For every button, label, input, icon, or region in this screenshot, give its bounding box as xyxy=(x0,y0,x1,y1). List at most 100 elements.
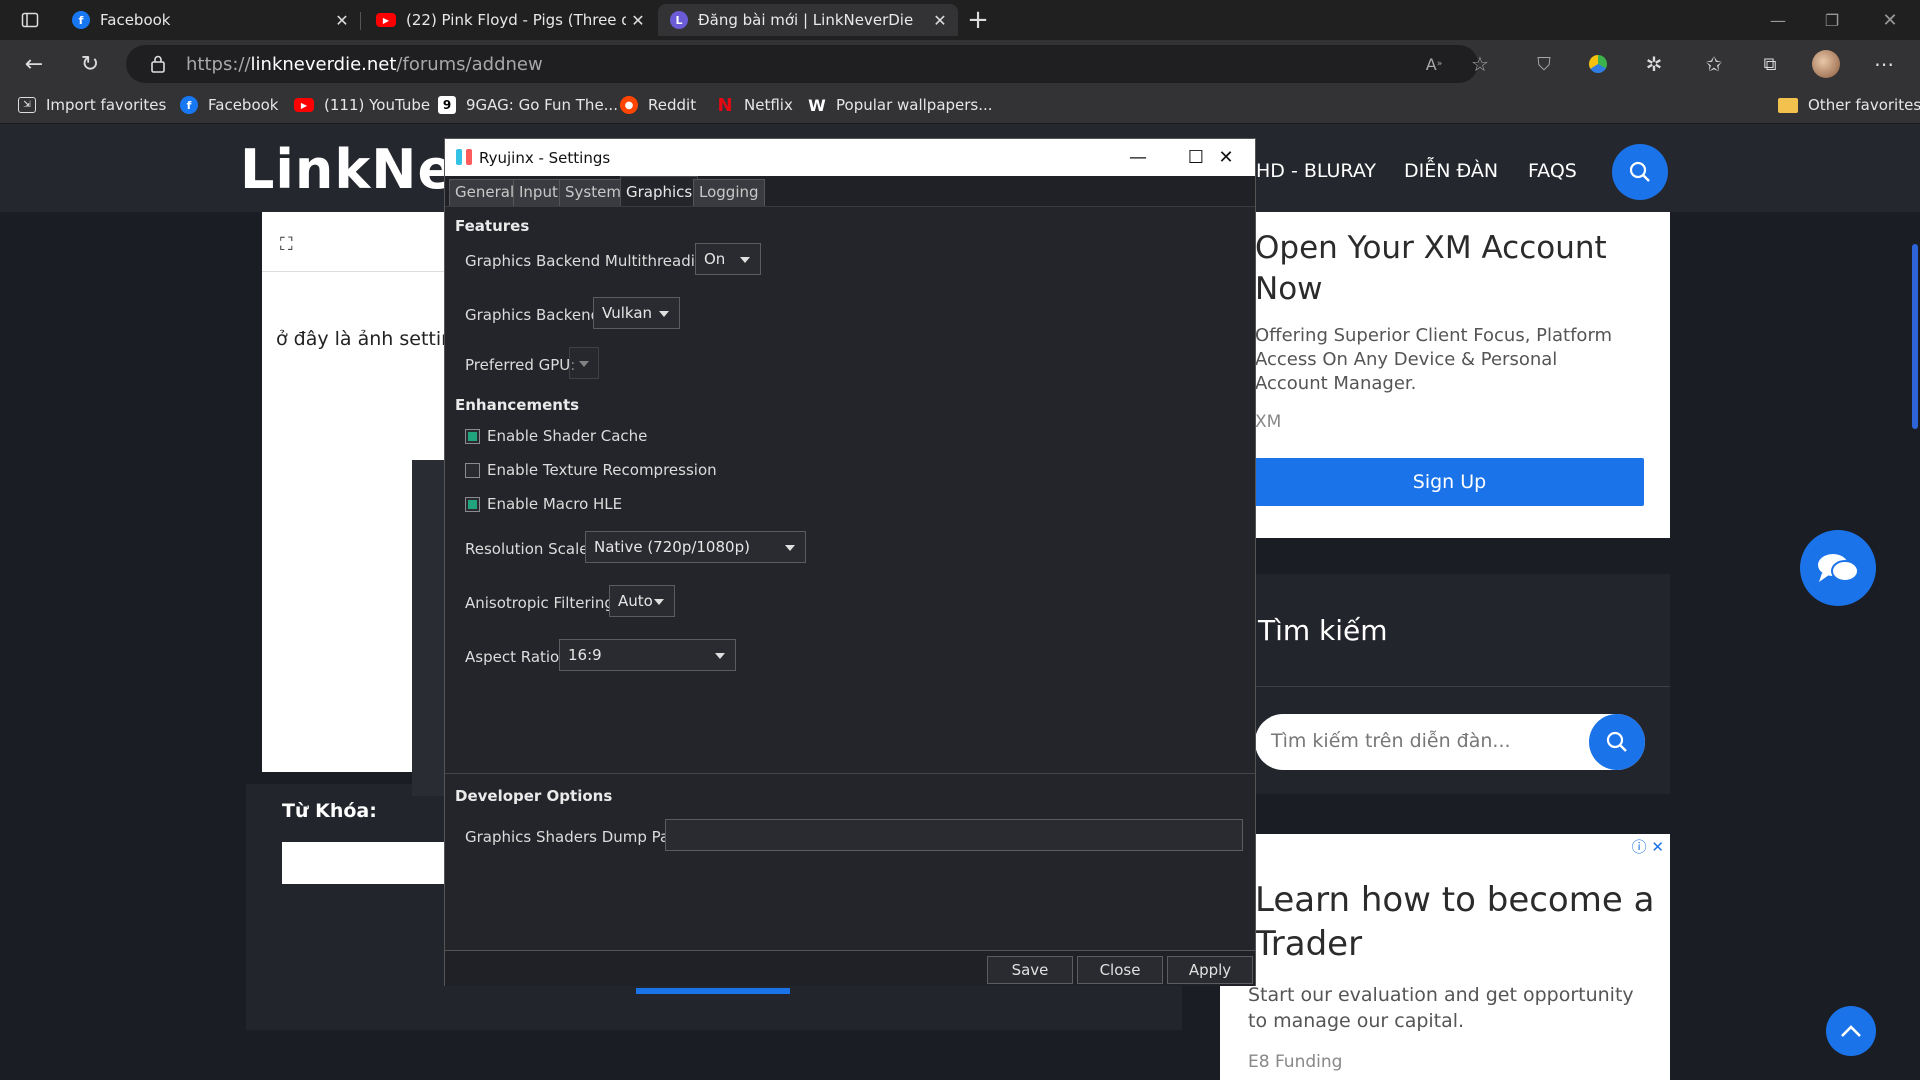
page-scrollbar[interactable] xyxy=(1912,244,1918,429)
chevron-down-icon xyxy=(659,311,669,317)
tab-graphics[interactable]: Graphics xyxy=(620,176,699,206)
texture-recompression-checkbox[interactable] xyxy=(465,462,480,478)
chat-button[interactable] xyxy=(1800,530,1876,606)
tab-actions-icon[interactable] xyxy=(12,2,48,38)
dialog-close-button[interactable]: ✕ xyxy=(1197,139,1255,176)
tab-youtube[interactable]: ▶ (22) Pink Floyd - Pigs (Three diffe ✕ xyxy=(364,4,656,36)
editor-content-text[interactable]: ở đây là ảnh settir xyxy=(276,328,449,350)
favorite-wallpapers[interactable]: W Popular wallpapers... xyxy=(808,96,993,115)
settings-tabs: General Input System Graphics Logging xyxy=(445,176,1255,206)
lock-icon[interactable] xyxy=(140,46,176,82)
scroll-to-top-button[interactable] xyxy=(1826,1006,1876,1056)
read-aloud-icon[interactable]: A» xyxy=(1416,46,1452,82)
back-arrow-icon[interactable]: ← xyxy=(16,46,52,82)
divider xyxy=(1255,686,1670,687)
close-button[interactable]: Close xyxy=(1077,956,1163,984)
macro-hle-checkbox[interactable] xyxy=(465,496,480,512)
resolution-scale-select[interactable]: Native (720p/1080p) xyxy=(585,531,806,563)
tab-title: (22) Pink Floyd - Pigs (Three diffe xyxy=(406,11,626,29)
favorite-label: Other favorites xyxy=(1808,96,1920,114)
close-tab-icon[interactable]: ✕ xyxy=(626,11,650,30)
preferred-gpu-select[interactable] xyxy=(569,347,599,379)
search-widget: Tìm kiếm Tìm kiếm trên diễn đàn... xyxy=(1255,574,1670,794)
tab-general[interactable]: General xyxy=(449,179,521,206)
collections-icon[interactable]: ⧉ xyxy=(1752,46,1788,82)
search-widget-title: Tìm kiếm xyxy=(1258,614,1388,647)
favorite-other[interactable]: Other favorites xyxy=(1778,96,1920,114)
extensions-puzzle-icon[interactable]: ✲ xyxy=(1636,46,1672,82)
sign-up-button[interactable]: Sign Up xyxy=(1255,458,1644,506)
tab-system[interactable]: System xyxy=(559,179,627,206)
select-value: On xyxy=(704,250,726,268)
texture-recompression-row[interactable]: Enable Texture Recompression xyxy=(465,461,717,479)
ad-choices-icon[interactable]: ⓘ ✕ xyxy=(1632,836,1664,857)
dialog-titlebar[interactable]: Ryujinx - Settings — ☐ ✕ xyxy=(445,139,1255,176)
submit-button-edge[interactable] xyxy=(636,988,790,994)
header-search-button[interactable] xyxy=(1612,144,1668,200)
post-editor[interactable]: ⛶ ở đây là ảnh settir xyxy=(262,212,449,796)
favorite-import[interactable]: ⇲ Import favorites xyxy=(18,96,166,114)
linkneverdie-icon: L xyxy=(670,11,688,29)
shader-cache-checkbox[interactable] xyxy=(465,428,480,444)
favorite-netflix[interactable]: N Netflix xyxy=(716,95,792,116)
favorite-label: Facebook xyxy=(208,96,279,114)
checkbox-label: Enable Macro HLE xyxy=(487,495,623,513)
add-favorite-star-icon[interactable]: ☆ xyxy=(1462,46,1498,82)
dialog-minimize-button[interactable]: — xyxy=(1109,139,1167,176)
restore-window-icon[interactable]: ❐ xyxy=(1814,2,1850,38)
backend-select[interactable]: Vulkan xyxy=(593,297,680,329)
anisotropic-filtering-select[interactable]: Auto xyxy=(609,585,675,617)
xm-ad[interactable]: Open Your XM Account Now Offering Superi… xyxy=(1255,212,1670,538)
tab-linkneverdie[interactable]: L Đăng bài mới | LinkNeverDie ✕ xyxy=(658,4,958,36)
ad-description: Start our evaluation and get opportunity… xyxy=(1248,984,1634,1032)
favorite-label: Popular wallpapers... xyxy=(836,96,993,114)
select-value: 16:9 xyxy=(568,646,602,664)
tab-input[interactable]: Input xyxy=(513,179,564,206)
apply-button[interactable]: Apply xyxy=(1167,956,1253,984)
macro-hle-row[interactable]: Enable Macro HLE xyxy=(465,495,622,513)
dialog-title: Ryujinx - Settings xyxy=(479,149,611,167)
chevron-down-icon xyxy=(740,257,750,263)
keyword-input[interactable] xyxy=(282,842,452,884)
profile-avatar[interactable] xyxy=(1808,46,1844,82)
favorite-youtube[interactable]: ▶ (111) YouTube xyxy=(294,96,430,114)
ryujinx-settings-dialog: Ryujinx - Settings — ☐ ✕ General Input S… xyxy=(444,138,1256,986)
chevron-down-icon xyxy=(654,599,664,605)
enhancements-header: Enhancements xyxy=(455,396,580,414)
tab-facebook[interactable]: f Facebook ✕ xyxy=(60,4,360,36)
refresh-icon[interactable]: ↻ xyxy=(72,46,108,82)
minimize-window-icon[interactable]: — xyxy=(1760,2,1796,38)
menu-faqs[interactable]: FAQS xyxy=(1528,160,1577,182)
close-tab-icon[interactable]: ✕ xyxy=(330,11,354,30)
close-tab-icon[interactable]: ✕ xyxy=(928,11,952,30)
extension-globe-icon[interactable] xyxy=(1580,46,1616,82)
forum-search-input[interactable]: Tìm kiếm trên diễn đàn... xyxy=(1255,714,1645,770)
shaders-dump-path-input[interactable] xyxy=(665,819,1243,851)
chevron-down-icon xyxy=(715,653,725,659)
tab-title: Đăng bài mới | LinkNeverDie xyxy=(698,11,914,29)
favorite-9gag[interactable]: 9 9GAG: Go Fun The... xyxy=(438,96,618,114)
developer-options-header: Developer Options xyxy=(455,787,613,805)
favorite-label: Import favorites xyxy=(46,96,167,114)
fullscreen-icon[interactable]: ⛶ xyxy=(280,234,293,255)
save-button[interactable]: Save xyxy=(987,956,1073,984)
close-window-icon[interactable]: ✕ xyxy=(1872,2,1908,38)
e8-funding-ad[interactable]: ⓘ ✕ Learn how to become a Trader Start o… xyxy=(1220,834,1670,1080)
favorite-reddit[interactable]: ● Reddit xyxy=(620,96,696,114)
multithreading-select[interactable]: On xyxy=(695,243,761,275)
shader-cache-row[interactable]: Enable Shader Cache xyxy=(465,427,647,445)
favorite-facebook[interactable]: f Facebook xyxy=(180,96,278,114)
more-options-icon[interactable]: ⋯ xyxy=(1866,46,1902,82)
aspect-ratio-select[interactable]: 16:9 xyxy=(559,639,736,671)
tab-logging[interactable]: Logging xyxy=(693,179,765,206)
aspect-ratio-label: Aspect Ratio: xyxy=(465,648,565,666)
checkbox-label: Enable Texture Recompression xyxy=(487,461,717,479)
address-bar[interactable]: https://linkneverdie.net/forums/addnew xyxy=(126,45,1478,83)
menu-forum[interactable]: DIỄN ĐÀN xyxy=(1404,160,1498,182)
forum-search-button[interactable] xyxy=(1589,714,1645,770)
ublock-shield-icon[interactable]: ⛉ xyxy=(1526,46,1562,82)
ad-description: Offering Superior Client Focus, Platform… xyxy=(1255,325,1613,394)
favorites-icon[interactable]: ✩ xyxy=(1696,46,1732,82)
menu-hd-bluray[interactable]: HD - BLURAY xyxy=(1256,160,1376,182)
new-tab-icon[interactable]: + xyxy=(960,2,996,38)
